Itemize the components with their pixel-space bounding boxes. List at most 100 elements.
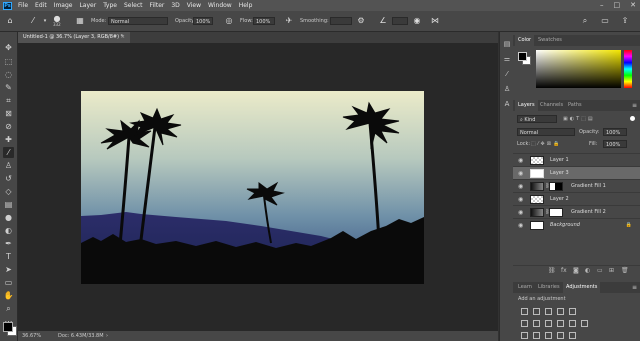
photo-filter-icon[interactable] xyxy=(557,320,564,327)
panel-menu-icon[interactable]: ≡ xyxy=(632,282,637,293)
vibrance-icon[interactable] xyxy=(569,308,576,315)
levels-icon[interactable] xyxy=(533,308,540,315)
type-tool-icon[interactable]: T xyxy=(3,251,14,262)
menu-type[interactable]: Type xyxy=(103,2,117,9)
menu-3d[interactable]: 3D xyxy=(171,2,179,9)
fx-icon[interactable]: fx xyxy=(561,266,567,276)
blur-tool-icon[interactable]: ● xyxy=(3,212,14,223)
shape-tool-icon[interactable]: ▭ xyxy=(3,277,14,288)
hue-slider[interactable] xyxy=(624,50,632,88)
maximize-icon[interactable]: □ xyxy=(614,1,621,9)
zoom-level[interactable]: 36.67% xyxy=(22,331,41,341)
posterize-icon[interactable] xyxy=(533,332,540,339)
close-icon[interactable]: ✕ xyxy=(630,1,636,9)
fill-field[interactable]: 100% xyxy=(603,140,627,148)
dodge-tool-icon[interactable]: ◐ xyxy=(3,225,14,236)
eye-icon[interactable]: ◉ xyxy=(518,222,525,229)
layer-filter-kind[interactable]: ⌕ Kind xyxy=(517,115,557,123)
layer-row[interactable]: ◉ ⛓ Gradient Fill 2 xyxy=(513,205,640,219)
brush-panel-icon[interactable]: ⁄ xyxy=(502,69,512,79)
color-lookup-icon[interactable] xyxy=(581,320,588,327)
properties-panel-icon[interactable]: ⚌ xyxy=(502,54,512,64)
new-layer-icon[interactable]: ⊞ xyxy=(609,266,614,276)
minimize-icon[interactable]: – xyxy=(600,1,604,9)
airbrush-icon[interactable]: ✈ xyxy=(284,16,294,26)
opacity-field[interactable]: 100% xyxy=(193,17,213,25)
brush-tool-icon[interactable]: ⁄ xyxy=(28,16,38,26)
eye-icon[interactable]: ◉ xyxy=(518,209,525,216)
layer-row[interactable]: ◉ Layer 3 xyxy=(513,166,640,180)
angle-field[interactable] xyxy=(392,17,408,25)
layer-row[interactable]: ◉ ⛓ Gradient Fill 1 xyxy=(513,179,640,193)
history-panel-icon[interactable]: ▤ xyxy=(502,39,512,49)
black-white-icon[interactable] xyxy=(545,320,552,327)
panel-menu-icon[interactable]: ≡ xyxy=(632,100,637,111)
tab-layers[interactable]: Layers xyxy=(515,100,538,111)
eye-icon[interactable]: ◉ xyxy=(518,183,525,190)
layer-opacity-field[interactable]: 100% xyxy=(603,128,627,136)
quick-select-tool-icon[interactable]: ✎ xyxy=(3,82,14,93)
menu-layer[interactable]: Layer xyxy=(79,2,96,9)
gradient-tool-icon[interactable]: ▤ xyxy=(3,199,14,210)
menu-window[interactable]: Window xyxy=(208,2,232,9)
symmetry-icon[interactable]: ⋈ xyxy=(430,16,440,26)
invert-icon[interactable] xyxy=(521,332,528,339)
color-balance-icon[interactable] xyxy=(533,320,540,327)
gradient-map-icon[interactable] xyxy=(557,332,564,339)
tab-libraries[interactable]: Libraries xyxy=(535,282,563,293)
chevron-down-icon[interactable]: ▾ xyxy=(40,16,50,26)
eye-icon[interactable]: ◉ xyxy=(518,196,525,203)
brush-settings-icon[interactable]: ▦ xyxy=(75,16,85,26)
clone-stamp-tool-icon[interactable]: ♙ xyxy=(3,160,14,171)
zoom-tool-icon[interactable]: ⌕ xyxy=(3,303,14,314)
eye-icon[interactable]: ◉ xyxy=(518,157,525,164)
menu-image[interactable]: Image xyxy=(54,2,73,9)
brush-tool-icon[interactable]: ⁄ xyxy=(3,147,14,158)
layer-row[interactable]: ◉ Layer 1 xyxy=(513,153,640,167)
mode-select[interactable]: Normal xyxy=(108,17,168,25)
exposure-icon[interactable] xyxy=(557,308,564,315)
filter-toggle-icon[interactable] xyxy=(630,116,635,121)
link-layers-icon[interactable]: ⛓ xyxy=(548,266,556,276)
menu-view[interactable]: View xyxy=(187,2,201,9)
lasso-tool-icon[interactable]: ◌ xyxy=(3,69,14,80)
clone-source-icon[interactable]: ♙ xyxy=(502,84,512,94)
crop-tool-icon[interactable]: ⌗ xyxy=(3,95,14,106)
delete-layer-icon[interactable]: 🗑 xyxy=(621,266,629,276)
document-canvas[interactable] xyxy=(81,91,424,284)
tab-learn[interactable]: Learn xyxy=(515,282,535,293)
layer-row[interactable]: ◉ Layer 2 xyxy=(513,192,640,206)
canvas-area[interactable] xyxy=(18,43,498,331)
healing-tool-icon[interactable]: ✚ xyxy=(3,134,14,145)
blend-mode-select[interactable]: Normal xyxy=(517,128,575,136)
menu-help[interactable]: Help xyxy=(239,2,253,9)
tab-swatches[interactable]: Swatches xyxy=(535,35,565,46)
curves-icon[interactable] xyxy=(545,308,552,315)
history-brush-tool-icon[interactable]: ↺ xyxy=(3,173,14,184)
eye-icon[interactable]: ◉ xyxy=(518,170,525,177)
menu-filter[interactable]: Filter xyxy=(150,2,165,9)
smoothing-field[interactable] xyxy=(330,17,352,25)
tab-adjustments[interactable]: Adjustments xyxy=(563,282,601,293)
status-arrow-icon[interactable]: › xyxy=(106,331,108,341)
move-tool-icon[interactable]: ✥ xyxy=(3,42,14,53)
tab-paths[interactable]: Paths xyxy=(565,100,585,111)
character-panel-icon[interactable]: A xyxy=(502,99,512,109)
hue-saturation-icon[interactable] xyxy=(521,320,528,327)
close-tab-icon[interactable]: × xyxy=(121,32,125,43)
new-group-icon[interactable]: ▭ xyxy=(597,266,603,276)
layer-row[interactable]: ◉ Background 🔒 xyxy=(513,218,640,232)
home-icon[interactable]: ⌂ xyxy=(5,16,15,26)
selective-color-icon[interactable] xyxy=(569,332,576,339)
menu-file[interactable]: File xyxy=(18,2,28,9)
menu-edit[interactable]: Edit xyxy=(35,2,47,9)
gear-icon[interactable]: ⚙ xyxy=(356,16,366,26)
marquee-tool-icon[interactable]: ⬚ xyxy=(3,56,14,67)
frame-tool-icon[interactable]: ⊠ xyxy=(3,108,14,119)
tab-channels[interactable]: Channels xyxy=(537,100,566,111)
search-icon[interactable]: ⌕ xyxy=(580,16,590,26)
tab-color[interactable]: Color xyxy=(515,35,535,46)
eyedropper-tool-icon[interactable]: ⊘ xyxy=(3,121,14,132)
document-tab[interactable]: Untitled-1 @ 36.7% (Layer 3, RGB/8#) * × xyxy=(18,32,130,43)
pressure-opacity-icon[interactable]: ◎ xyxy=(224,16,234,26)
